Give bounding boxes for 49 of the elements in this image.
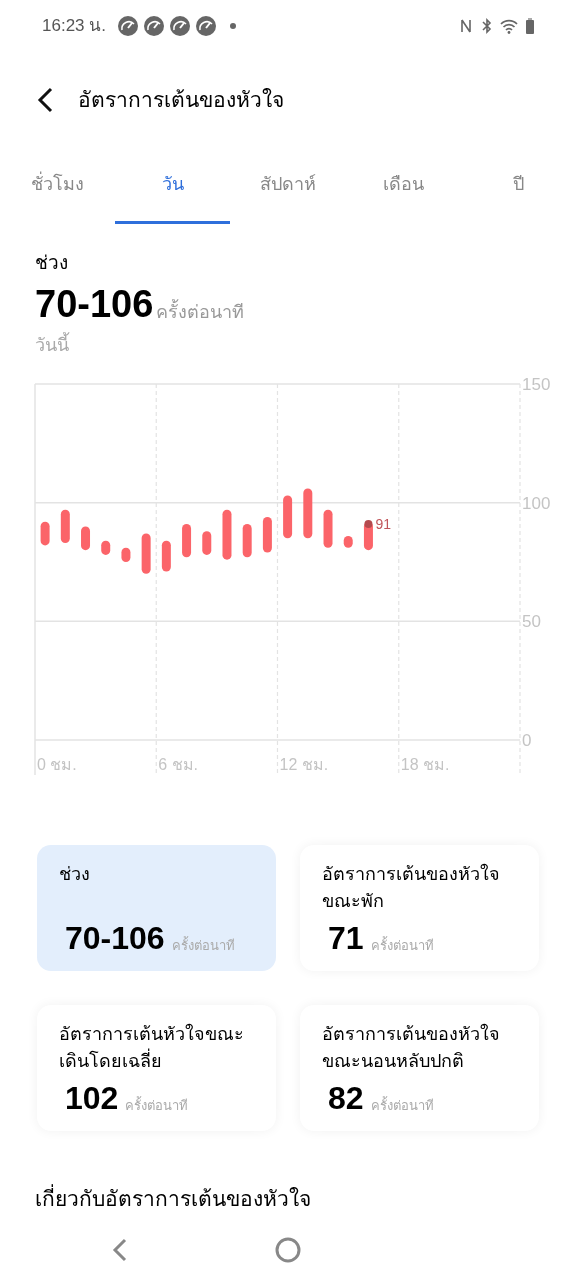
status-time: 16:23 น. [42, 15, 106, 38]
card-label: อัตราการเต้นหัวใจขณะเดินโดยเฉลี่ย [59, 1022, 245, 1073]
gauge-icon [144, 16, 164, 36]
wifi-icon [500, 18, 518, 34]
axis-label: 12 ชม. [279, 756, 329, 773]
axis-label: 18 ชม. [400, 756, 450, 773]
axis-label: 150 [522, 375, 551, 394]
tab[interactable]: ชั่วโมง [0, 148, 116, 224]
stat-card[interactable]: ช่วง 70-106 ครั้งต่อนาที [37, 845, 276, 971]
unit-label: ครั้งต่อนาที [125, 1097, 189, 1115]
unit-label: ครั้งต่อนาที [156, 300, 245, 324]
card-value: 70-106 [65, 921, 165, 955]
tab[interactable]: วัน [115, 148, 231, 224]
card-value: 71 [328, 921, 364, 955]
card-label: อัตราการเต้นของหัวใจขณะพัก [322, 862, 501, 913]
unit-label: ครั้งต่อนาที [370, 937, 434, 955]
axis-label: 0 [522, 731, 532, 750]
dot-icon [230, 23, 236, 29]
stat-card[interactable]: อัตราการเต้นของหัวใจขณะพัก 71 ครั้งต่อนาที [300, 845, 539, 971]
axis-label: 100 [522, 493, 551, 513]
battery-icon [526, 18, 534, 34]
gauge-icon [170, 16, 190, 36]
section-heading[interactable]: เกี่ยวกับอัตราการเต้นของหัวใจ [0, 1183, 576, 1215]
nfc-icon [460, 18, 472, 34]
unit-label: ครั้งต่อนาที [370, 1097, 434, 1115]
stat-card[interactable]: อัตราการเต้นของหัวใจขณะนอนหลับปกติ 82 ครั้งต่อนาที [300, 1005, 539, 1131]
range-label: ช่วง [35, 251, 69, 275]
date-label: วันนี้ [35, 332, 541, 359]
tab[interactable]: ปี [460, 148, 576, 224]
card-label: อัตราการเต้นของหัวใจขณะนอนหลับปกติ [322, 1022, 501, 1073]
card-value: 82 [328, 1081, 364, 1115]
back-icon[interactable] [36, 87, 54, 113]
stat-card[interactable]: อัตราการเต้นหัวใจขณะเดินโดยเฉลี่ย 102 ครั้งต่อนาที [37, 1005, 276, 1131]
card-label: ช่วง [59, 863, 91, 886]
back-nav-icon[interactable] [112, 1238, 128, 1262]
range-value: 70-106 [35, 284, 154, 324]
axis-label: 50 [522, 612, 541, 632]
page-title: อัตราการเต้นของหัวใจ [78, 87, 284, 114]
axis-label: 0 ชม. [37, 756, 77, 773]
card-value: 102 [65, 1081, 119, 1115]
tab[interactable]: เดือน [345, 148, 461, 224]
gauge-icon [196, 16, 216, 36]
unit-label: ครั้งต่อนาที [171, 937, 235, 955]
gauge-icon [118, 16, 138, 36]
home-nav-icon[interactable] [275, 1237, 301, 1263]
axis-label: 6 ชม. [158, 756, 199, 773]
value-label: 91 [375, 516, 391, 533]
bluetooth-icon [480, 18, 494, 34]
tab[interactable]: สัปดาห์ [230, 148, 346, 224]
